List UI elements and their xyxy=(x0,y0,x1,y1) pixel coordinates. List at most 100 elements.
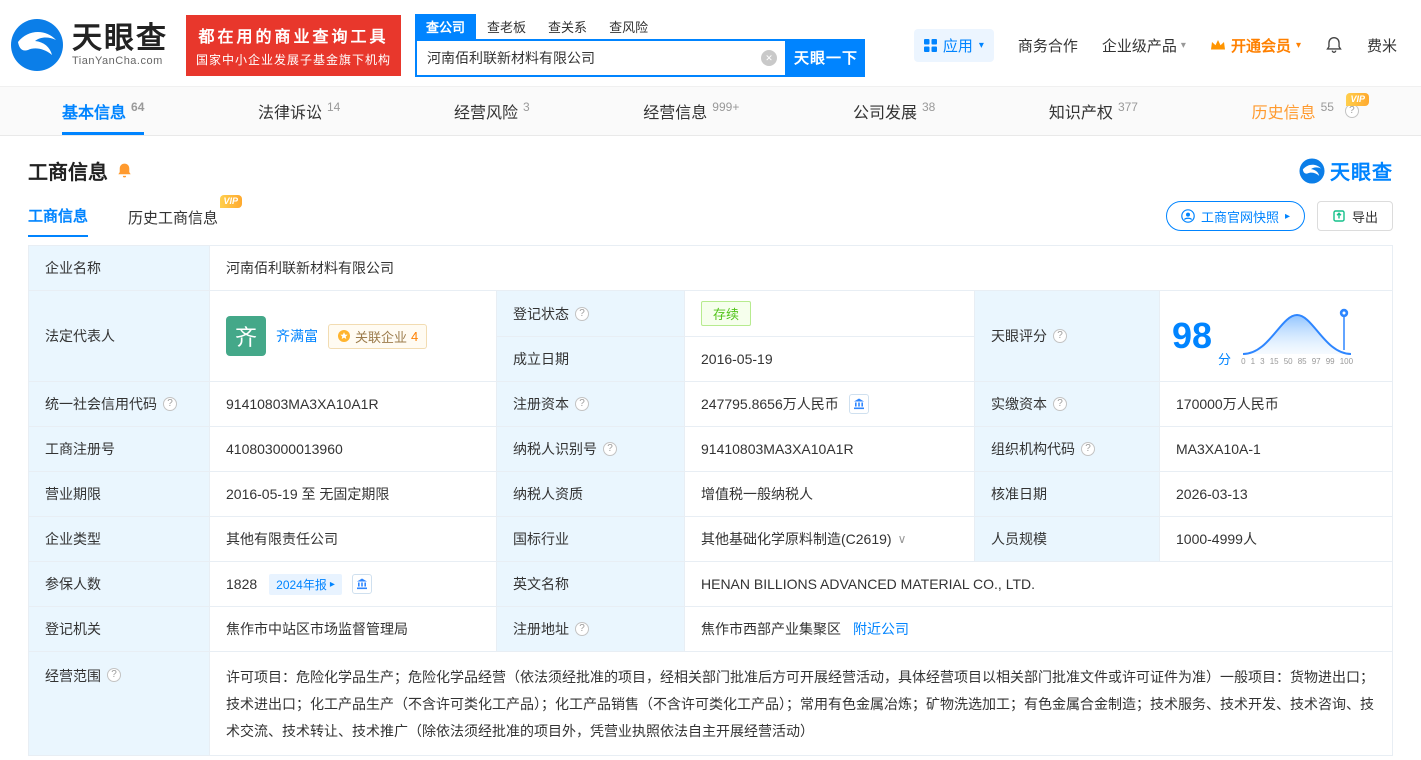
company-nav-tabs: 基本信息 64 法律诉讼 14 经营风险 3 经营信息 999+ 公司发展 38… xyxy=(0,86,1421,136)
value-approval-date: 2026-03-13 xyxy=(1160,472,1393,517)
help-icon[interactable]: ? xyxy=(575,622,589,636)
label-text: 法定代表人 xyxy=(45,328,115,344)
label-taxpayer-quality: 纳税人资质 xyxy=(497,472,685,517)
nav-tab-count: 999+ xyxy=(712,100,740,114)
label-taxpayer-id: 纳税人识别号 ? xyxy=(497,427,685,472)
subtab-business-info[interactable]: 工商信息 xyxy=(28,205,89,237)
nav-tab-operating-risk[interactable]: 经营风险 3 xyxy=(454,87,530,135)
label-text: 英文名称 xyxy=(513,576,569,592)
value-english-name: HENAN BILLIONS ADVANCED MATERIAL CO., LT… xyxy=(685,562,1393,607)
label-text: 天眼评分 xyxy=(991,328,1047,344)
search-button[interactable]: 天眼一下 xyxy=(787,38,866,77)
nav-tab-count: 55 xyxy=(1320,100,1334,114)
logo-brand: 天眼查 xyxy=(72,22,168,56)
org-code-text: MA3XA10A-1 xyxy=(1176,441,1261,457)
english-name-text: HENAN BILLIONS ADVANCED MATERIAL CO., LT… xyxy=(701,576,1035,592)
clear-search-icon[interactable]: ✕ xyxy=(761,49,778,66)
nav-tab-development[interactable]: 公司发展 38 xyxy=(853,87,935,135)
label-establish-date: 成立日期 xyxy=(497,337,685,382)
menu-cooperation[interactable]: 商务合作 xyxy=(1018,35,1078,56)
search-tab-relation[interactable]: 查关系 xyxy=(537,14,598,39)
annual-report-badge[interactable]: 2024年报 ▸ xyxy=(269,573,342,595)
business-info-table: 企业名称 河南佰利联新材料有限公司 法定代表人 齐 齐满富 关联企业 4 登记状… xyxy=(28,245,1393,756)
nav-tab-basic-info[interactable]: 基本信息 64 xyxy=(62,87,145,135)
header-menu: 应用 ▾ 商务合作 企业级产品 ▾ 开通会员 ▾ 费米 xyxy=(913,28,1397,62)
nav-tab-history[interactable]: VIP 历史信息 55 ? xyxy=(1252,87,1369,135)
open-vip-button[interactable]: 开通会员 ▾ xyxy=(1210,35,1301,56)
nav-tab-count: 3 xyxy=(522,100,530,114)
label-company-type: 企业类型 xyxy=(29,517,210,562)
logo-domain: TianYanCha.com xyxy=(72,54,163,67)
search-tab-company[interactable]: 查公司 xyxy=(415,13,477,39)
notifications-button[interactable] xyxy=(1325,36,1343,54)
chevron-down-icon: ▾ xyxy=(978,39,984,51)
value-paid-capital: 170000万人民币 xyxy=(1160,382,1393,427)
subtab-history-business-info[interactable]: VIP 历史工商信息 xyxy=(128,195,243,237)
label-staff-size: 人员规模 xyxy=(975,517,1160,562)
nav-tab-label: 经营信息 xyxy=(643,105,708,122)
export-button[interactable]: 导出 xyxy=(1316,201,1393,231)
label-text: 企业名称 xyxy=(45,260,101,276)
camera-avatar-icon xyxy=(1181,209,1195,223)
help-icon[interactable]: ? xyxy=(163,397,177,411)
insured-history-icon[interactable] xyxy=(351,574,372,594)
search-tabs: 查公司 查老板 查关系 查风险 xyxy=(415,13,865,39)
help-icon[interactable]: ? xyxy=(575,306,589,321)
apps-menu[interactable]: 应用 ▾ xyxy=(913,28,994,62)
label-text: 成立日期 xyxy=(513,351,569,367)
chevron-down-icon: ▾ xyxy=(1180,39,1186,51)
help-icon[interactable]: ? xyxy=(575,397,589,411)
nav-tab-operating-info[interactable]: 经营信息 999+ xyxy=(643,87,739,135)
nav-tab-legal[interactable]: 法律诉讼 14 xyxy=(258,87,340,135)
capital-history-icon[interactable] xyxy=(848,394,869,414)
label-text: 企业类型 xyxy=(45,531,101,547)
label-text: 注册资本 xyxy=(513,396,569,412)
establish-date-text: 2016-05-19 xyxy=(701,351,773,367)
value-tianyan-score[interactable]: 98 分 0 1 3 15 50 85 97 99 100 xyxy=(1160,291,1393,382)
promo-line2: 国家中小企业发展子基金旗下机构 xyxy=(196,52,392,67)
insured-count-text: 1828 xyxy=(226,576,258,592)
help-icon[interactable]: ? xyxy=(1344,104,1359,118)
search-box: ✕ xyxy=(415,38,788,77)
snapshot-label: 工商官网快照 xyxy=(1200,209,1279,225)
tianyancha-logo-icon xyxy=(11,19,63,71)
value-taxpayer-id: 91410803MA3XA10A1R xyxy=(685,427,975,472)
label-reg-authority: 登记机关 xyxy=(29,607,210,652)
export-label: 导出 xyxy=(1351,209,1378,225)
staff-size-text: 1000-4999人 xyxy=(1176,531,1257,547)
label-text: 登记机关 xyxy=(45,621,101,637)
action-buttons: 工商官网快照 ▸ 导出 xyxy=(1165,201,1393,237)
annual-report-label: 2024年报 xyxy=(276,577,327,592)
help-icon[interactable]: ? xyxy=(107,668,121,682)
legal-rep-name-link[interactable]: 齐满富 xyxy=(276,326,318,346)
apps-menu-label: 应用 xyxy=(942,37,973,55)
label-text: 组织机构代码 xyxy=(991,441,1075,457)
nav-tab-label: 基本信息 xyxy=(62,105,127,122)
help-icon[interactable]: ? xyxy=(1081,442,1095,456)
search-tab-risk[interactable]: 查风险 xyxy=(598,14,659,39)
user-menu[interactable]: 费米 xyxy=(1367,35,1397,56)
legal-rep-avatar[interactable]: 齐 xyxy=(226,316,266,356)
label-org-code: 组织机构代码 ? xyxy=(975,427,1160,472)
paid-capital-text: 170000万人民币 xyxy=(1176,396,1279,412)
related-companies-badge[interactable]: 关联企业 4 xyxy=(328,323,428,349)
help-icon[interactable]: ? xyxy=(603,442,617,456)
value-taxpayer-quality: 增值税一般纳税人 xyxy=(685,472,975,517)
value-org-code: MA3XA10A-1 xyxy=(1160,427,1393,472)
chevron-down-icon[interactable]: ∨ xyxy=(898,532,907,546)
nearby-companies-link[interactable]: 附近公司 xyxy=(853,619,909,639)
help-icon[interactable]: ? xyxy=(1053,329,1067,343)
official-snapshot-button[interactable]: 工商官网快照 ▸ xyxy=(1165,201,1305,231)
search-input[interactable] xyxy=(415,38,788,77)
menu-enterprise[interactable]: 企业级产品 ▾ xyxy=(1102,35,1186,56)
help-icon[interactable]: ? xyxy=(1053,397,1067,411)
nav-tab-count: 14 xyxy=(327,100,341,114)
label-text: 营业期限 xyxy=(45,486,101,502)
nav-tab-intellectual-property[interactable]: 知识产权 377 xyxy=(1049,87,1138,135)
nav-tab-count: 38 xyxy=(921,100,936,114)
open-vip-label: 开通会员 xyxy=(1230,37,1291,55)
subscribe-bell-icon[interactable] xyxy=(116,162,133,179)
search-tab-boss[interactable]: 查老板 xyxy=(476,14,537,39)
tianyancha-logo[interactable]: 天眼查 TianYanCha.com xyxy=(10,18,168,72)
score-distribution-chart: 0 1 3 15 50 85 97 99 100 xyxy=(1241,306,1353,366)
